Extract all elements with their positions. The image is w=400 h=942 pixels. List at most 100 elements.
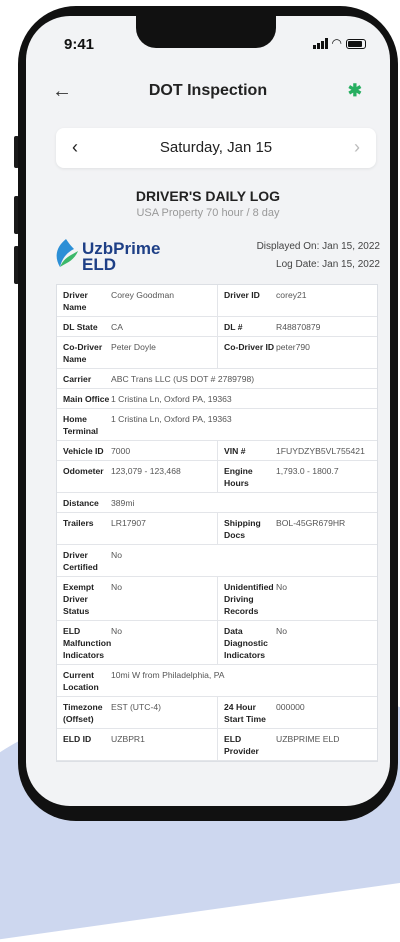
table-row: ELD ID UZBPR1 ELD Provider UZBPRIME ELD <box>57 729 377 761</box>
table-row: Timezone (Offset) EST (UTC-4) 24 Hour Star… <box>57 697 377 729</box>
table-cell: Carrier ABC Trans LLC (US DOT # 2789798) <box>57 369 377 388</box>
logo-suffix: ELD <box>82 255 116 274</box>
table-cell: Engine Hours 1,793.0 - 1800.7 <box>217 461 377 492</box>
table-cell: ELD ID UZBPR1 <box>57 729 217 760</box>
status-icons: ◠ <box>312 36 366 50</box>
table-row: Exempt Driver Status No Unidentified Drivi… <box>57 577 377 621</box>
page-title: DOT Inspection <box>148 82 268 99</box>
table-cell: Timezone (Offset) EST (UTC-4) <box>57 697 217 728</box>
field-value: BOL-45GR679HR <box>276 518 346 528</box>
field-value: EST (UTC-4) <box>111 702 161 712</box>
log-title: DRIVER'S DAILY LOG <box>135 188 281 204</box>
table-row: Home Terminal 1 Cristina Ln, Oxford PA, 1… <box>57 409 377 441</box>
field-value: No <box>111 550 122 560</box>
field-value: ABC Trans LLC (US DOT # 2789798) <box>111 374 255 384</box>
field-label: Co-Driver ID <box>224 342 275 352</box>
log-subtitle: USA Property 70 hour / 8 day <box>136 207 280 219</box>
table-cell: Home Terminal 1 Cristina Ln, Oxford PA, 1… <box>57 409 377 440</box>
field-value: peter790 <box>276 342 310 352</box>
field-value: 389mi <box>111 498 135 508</box>
table-cell: Distance 389mi <box>57 493 377 512</box>
field-label: DL # <box>224 322 243 332</box>
camera-notch <box>136 16 276 48</box>
field-value: 000000 <box>276 702 305 712</box>
table-cell: Co-Driver Name Peter Doyle <box>57 337 217 368</box>
table-cell: Odometer 123,079 - 123,468 <box>57 461 217 492</box>
field-label: VIN # <box>224 446 246 456</box>
field-label: Vehicle ID <box>63 446 104 456</box>
table-cell: ELD Malfunction Indicators No <box>57 621 217 664</box>
field-label: Data Diagnostic Indicators <box>224 626 268 660</box>
field-value: No <box>276 582 287 592</box>
field-value: 1 Cristina Ln, Oxford PA, 19363 <box>111 394 232 404</box>
field-label: Driver ID <box>224 290 260 300</box>
table-cell: Driver ID corey21 <box>217 285 377 316</box>
table-row: Driver Name Corey Goodman Driver ID corey21 <box>57 285 377 317</box>
table-cell: Co-Driver ID peter790 <box>217 337 377 368</box>
field-value: 1,793.0 - 1800.7 <box>276 466 339 476</box>
table-cell: Current Location 10mi W from Philadelphia… <box>57 665 377 696</box>
table-row: Current Location 10mi W from Philadelphia… <box>57 665 377 697</box>
table-cell: Main Office 1 Cristina Ln, Oxford PA, 193… <box>57 389 377 408</box>
field-label: Carrier <box>63 374 92 384</box>
field-label: Main Office <box>63 394 110 404</box>
field-label: Driver Certified <box>63 550 98 572</box>
field-label: Home Terminal <box>63 414 99 436</box>
field-label: ELD Provider <box>224 734 259 756</box>
table-row: Main Office 1 Cristina Ln, Oxford PA, 193… <box>57 389 377 409</box>
field-value: Peter Doyle <box>111 342 156 352</box>
bluetooth-icon[interactable]: ✱ <box>348 81 362 101</box>
table-cell: ELD Provider UZBPRIME ELD <box>217 729 377 760</box>
table-row: Odometer 123,079 - 123,468 Engine Hours 1,7… <box>57 461 377 493</box>
date-navigator: ‹ Saturday, Jan 15 › <box>56 128 376 168</box>
table-cell: 24 Hour Start Time 000000 <box>217 697 377 728</box>
table-row: Distance 389mi <box>57 493 377 513</box>
table-cell: Driver Certified No <box>57 545 377 576</box>
displayed-on-date: Displayed On: Jan 15, 2022 <box>256 241 380 252</box>
table-cell: DL State CA <box>57 317 217 336</box>
app-header: ← DOT Inspection ✱ <box>26 72 390 112</box>
driver-info-table: Driver Name Corey Goodman Driver ID corey21… <box>56 284 378 762</box>
field-label: Engine Hours <box>224 466 253 488</box>
next-day-button[interactable]: › <box>354 137 360 158</box>
field-value: R48870879 <box>276 322 321 332</box>
table-row: ELD Malfunction Indicators No Data Diagnos… <box>57 621 377 665</box>
table-cell: Driver Name Corey Goodman <box>57 285 217 316</box>
table-cell: Shipping Docs BOL-45GR679HR <box>217 513 377 544</box>
field-label: ELD Malfunction Indicators <box>63 626 112 660</box>
battery-icon <box>346 38 366 49</box>
field-value: 10mi W from Philadelphia, PA <box>111 670 225 680</box>
table-cell: Data Diagnostic Indicators No <box>217 621 377 664</box>
field-value: CA <box>111 322 123 332</box>
status-time: 9:41 <box>64 36 95 53</box>
table-cell: Vehicle ID 7000 <box>57 441 217 460</box>
table-row: DL State CA DL # R48870879 <box>57 317 377 337</box>
field-label: Odometer <box>63 466 104 476</box>
phone-screen: 9:41 ◠ ← DOT Inspection ✱ ‹ Saturday, Ja… <box>26 16 390 806</box>
field-label: Driver Name <box>63 290 88 312</box>
table-cell: VIN # 1FUYDZYB5VL755421 <box>217 441 377 460</box>
wifi-icon: ◠ <box>331 36 342 50</box>
logo-leaf-icon <box>56 239 78 267</box>
field-label: Current Location <box>63 670 99 692</box>
table-row: Co-Driver Name Peter Doyle Co-Driver ID pet… <box>57 337 377 369</box>
table-cell: Trailers LR17907 <box>57 513 217 544</box>
field-value: 7000 <box>111 446 131 456</box>
table-row: Trailers LR17907 Shipping Docs BOL-45GR679H… <box>57 513 377 545</box>
field-label: Exempt Driver Status <box>63 582 95 616</box>
field-value: 123,079 - 123,468 <box>111 466 181 476</box>
field-value: No <box>276 626 287 636</box>
table-row: Vehicle ID 7000 VIN # 1FUYDZYB5VL755421 <box>57 441 377 461</box>
field-label: Unidentified Driving Records <box>224 582 274 616</box>
field-label: Distance <box>63 498 99 508</box>
field-label: ELD ID <box>63 734 92 744</box>
field-label: 24 Hour Start Time <box>224 702 266 724</box>
field-value: UZBPR1 <box>111 734 145 744</box>
table-row: Driver Certified No <box>57 545 377 577</box>
field-value: 1 Cristina Ln, Oxford PA, 19363 <box>111 414 232 424</box>
field-value: 1FUYDZYB5VL755421 <box>276 446 365 456</box>
table-row: Carrier ABC Trans LLC (US DOT # 2789798) <box>57 369 377 389</box>
field-label: Shipping Docs <box>224 518 261 540</box>
field-value: corey21 <box>276 290 307 300</box>
field-value: No <box>111 582 122 592</box>
